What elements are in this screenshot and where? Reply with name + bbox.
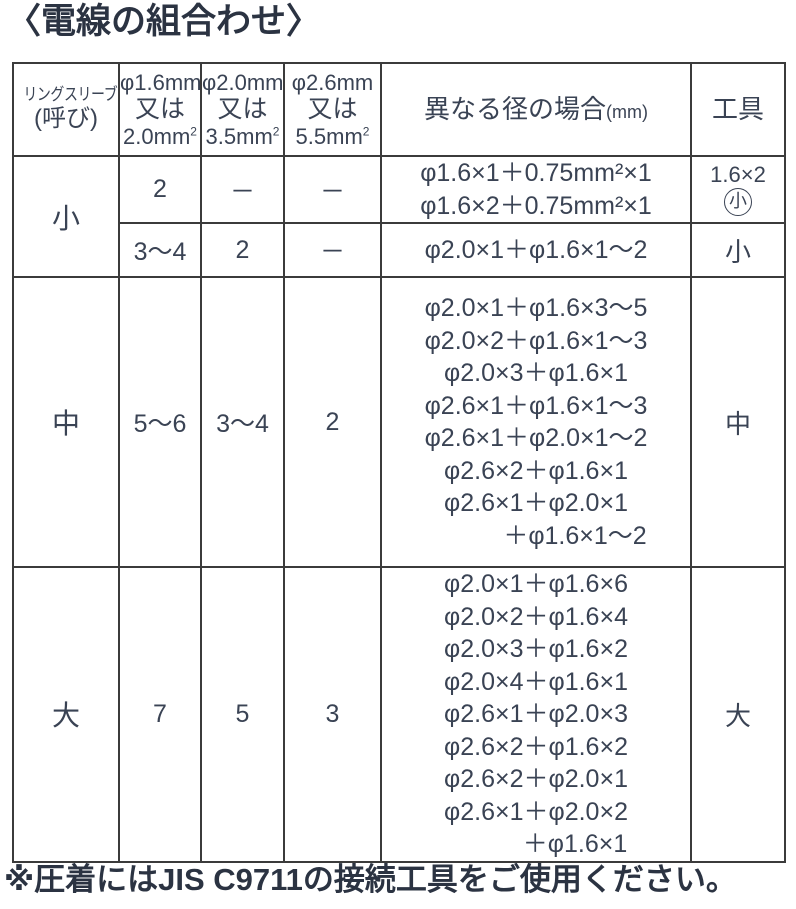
- row-sleeve-medium: 中: [12, 276, 120, 568]
- table-row: 小 2 － － φ1.6×1＋0.75mm²×1 φ1.6×2＋0.75mm²×…: [12, 155, 786, 278]
- combination-line-continuation: ＋φ1.6×1: [522, 830, 628, 858]
- table-row: 3～4 2 － φ2.0×1＋φ1.6×1～2 小: [13, 222, 786, 278]
- header-dia26-line1: φ2.6mm: [291, 70, 374, 96]
- header-dia26-superscript: 2: [362, 124, 370, 139]
- cell-medium-mixed: φ2.0×1＋φ1.6×3～5 φ2.0×2＋φ1.6×1～3 φ2.0×3＋φ…: [380, 276, 692, 568]
- header-dia16-line3: 2.0mm2: [123, 123, 197, 149]
- cell-small-a-dia20: －: [200, 155, 285, 224]
- cell-large-dia16: 7: [118, 566, 202, 863]
- cell-small-a-mixed: φ1.6×1＋0.75mm²×1 φ1.6×2＋0.75mm²×1: [380, 155, 692, 224]
- header-diameter-2-0: φ2.0mm 又は 3.5mm2: [200, 62, 285, 157]
- row-sleeve-large: 大: [12, 566, 120, 863]
- wire-combination-sheet: 〈電線の組合わせ〉 リングスリーブ (呼び) φ1.6mm 又は 2.0mm2: [0, 0, 796, 909]
- cell-small-b-dia20: 2: [200, 222, 285, 278]
- combination-line: φ2.6×1＋φ2.0×2: [444, 797, 628, 826]
- combination-line: φ1.6×2＋0.75mm²×1: [420, 191, 652, 220]
- header-diameter-1-6: φ1.6mm 又は 2.0mm2: [118, 62, 202, 157]
- combination-line: φ2.6×1＋φ2.0×3: [444, 700, 628, 728]
- header-mixed-unit: (mm): [606, 101, 648, 122]
- table-row: 中 5～6 3～4 2 φ2.0×1＋φ1.6×3～5 φ2.0×2＋φ1.6×…: [12, 276, 786, 568]
- cell-medium-tool: 中: [690, 276, 786, 568]
- combination-line: φ2.0×1＋φ1.6×1～2: [424, 235, 648, 264]
- tool-circled-small-icon: 小: [724, 187, 752, 216]
- cell-small-b-dia16: 3～4: [118, 222, 202, 278]
- header-dia20-superscript: 2: [272, 124, 280, 139]
- combination-line: φ2.0×1＋φ1.6×6: [444, 570, 628, 598]
- combination-line: φ2.0×3＋φ1.6×2: [444, 635, 628, 663]
- cell-medium-dia26: 2: [283, 276, 382, 568]
- header-mixed-label: 異なる径の場合: [424, 93, 607, 124]
- cell-large-mixed: φ2.0×1＋φ1.6×6 φ2.0×2＋φ1.6×4 φ2.0×3＋φ1.6×…: [380, 566, 692, 863]
- combination-line: φ2.0×3＋φ1.6×1: [444, 359, 628, 387]
- cell-small-a-dia16: 2: [118, 155, 202, 224]
- cell-small-a-dia26: －: [283, 155, 382, 224]
- footnote: ※圧着にはJIS C9711の接続工具をご使用ください。: [4, 862, 737, 897]
- tool-spec-label: 1.6×2: [710, 162, 766, 188]
- combination-line-continuation: ＋φ1.6×1～2: [503, 521, 647, 550]
- cell-large-dia26: 3: [283, 566, 382, 863]
- combination-line: φ2.0×4＋φ1.6×1: [444, 667, 628, 696]
- header-dia20-line3: 3.5mm2: [205, 123, 280, 149]
- header-dia26-line2: 又は: [307, 95, 358, 124]
- combination-line: φ2.6×1＋φ2.0×1～2: [424, 424, 648, 452]
- header-dia20-line1: φ2.0mm: [202, 70, 284, 96]
- combination-line: φ2.6×2＋φ1.6×1: [444, 456, 628, 485]
- header-ring-sleeve-line1: リングスリーブ: [23, 85, 118, 105]
- cell-small-b-dia26: －: [283, 222, 382, 278]
- cell-large-dia20: 5: [200, 566, 285, 863]
- header-dia26-line3: 5.5mm2: [295, 123, 370, 149]
- cell-large-tool: 大: [690, 566, 786, 863]
- combination-line: φ2.0×2＋φ1.6×4: [444, 602, 628, 631]
- table-header-row: リングスリーブ (呼び) φ1.6mm 又は 2.0mm2 φ2.0mm 又は …: [12, 62, 786, 157]
- header-dia16-line1: φ1.6mm: [120, 70, 202, 96]
- row-sleeve-small: 小: [12, 155, 120, 278]
- combination-line: φ2.0×1＋φ1.6×3～5: [424, 294, 648, 322]
- combination-line: φ2.6×1＋φ2.0×1: [444, 489, 628, 517]
- wire-combination-table: リングスリーブ (呼び) φ1.6mm 又は 2.0mm2 φ2.0mm 又は …: [12, 62, 786, 863]
- cell-small-b-tool: 小: [690, 222, 786, 278]
- cell-medium-dia16: 5～6: [118, 276, 202, 568]
- cell-small-a-tool: 1.6×2 小: [690, 155, 786, 224]
- header-diameter-2-6: φ2.6mm 又は 5.5mm2: [283, 62, 382, 157]
- header-tool: 工具: [690, 62, 786, 157]
- header-ring-sleeve: リングスリーブ (呼び): [12, 62, 120, 157]
- header-ring-sleeve-line2: (呼び): [34, 105, 98, 133]
- header-dia16-superscript: 2: [190, 124, 197, 139]
- page-title: 〈電線の組合わせ〉: [6, 2, 322, 41]
- cell-small-b-mixed: φ2.0×1＋φ1.6×1～2: [380, 222, 692, 278]
- header-mixed-diameter: 異なる径の場合(mm): [380, 62, 692, 157]
- combination-line: φ2.6×1＋φ1.6×1～3: [424, 391, 648, 420]
- header-dia16-line2: 又は: [134, 95, 185, 124]
- header-dia20-line2: 又は: [217, 95, 268, 124]
- combination-line: φ2.6×2＋φ2.0×1: [444, 765, 628, 793]
- cell-medium-dia20: 3～4: [200, 276, 285, 568]
- combination-line: φ1.6×1＋0.75mm²×1: [420, 159, 652, 187]
- table-row: 大 7 5 3 φ2.0×1＋φ1.6×6 φ2.0×2＋φ1.6×4 φ2.0…: [12, 566, 786, 863]
- combination-line: φ2.6×2＋φ1.6×2: [444, 732, 628, 761]
- combination-line: φ2.0×2＋φ1.6×1～3: [424, 326, 648, 355]
